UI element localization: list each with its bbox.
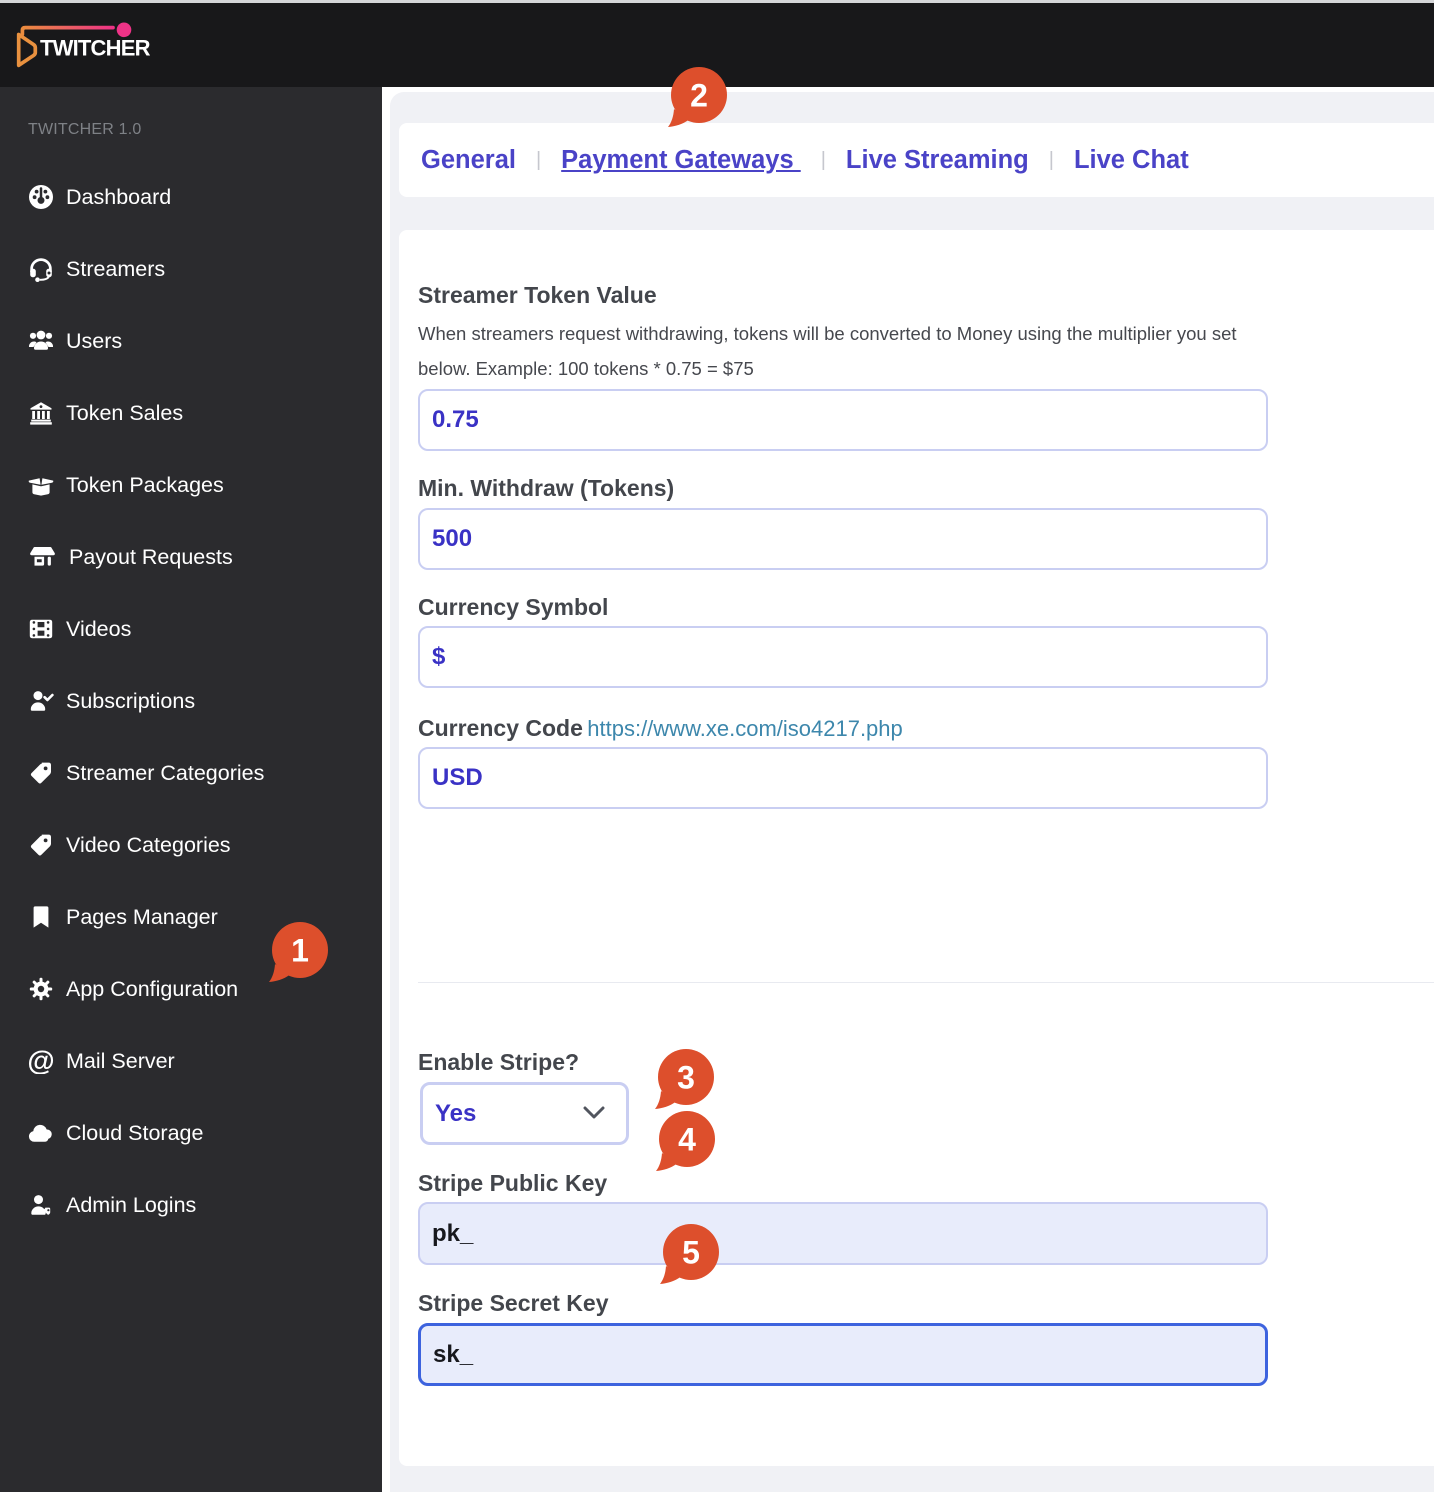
svg-text:3: 3 bbox=[677, 1059, 695, 1095]
svg-text:1: 1 bbox=[291, 933, 309, 969]
svg-text:4: 4 bbox=[678, 1122, 696, 1158]
svg-text:2: 2 bbox=[690, 77, 708, 113]
svg-text:@: @ bbox=[28, 1048, 54, 1074]
svg-text:TWITCHER: TWITCHER bbox=[40, 36, 151, 61]
svg-text:5: 5 bbox=[682, 1234, 700, 1270]
